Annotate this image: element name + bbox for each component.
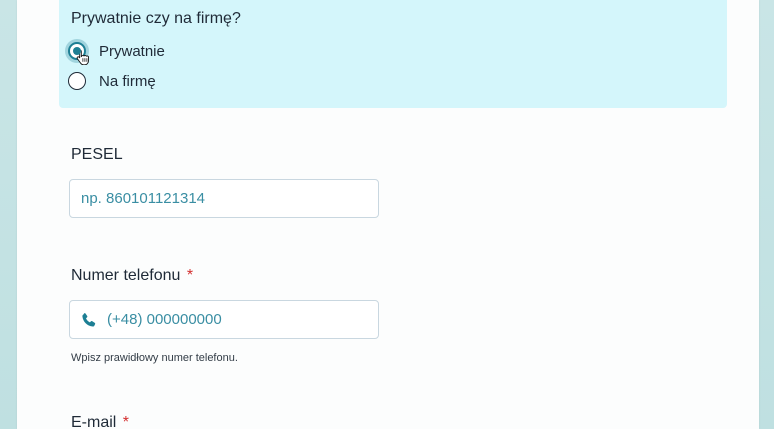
radio-label-company: Na firmę	[99, 72, 156, 90]
phone-label-text: Numer telefonu	[71, 267, 181, 284]
radio-label-private: Prywatnie	[99, 42, 165, 60]
phone-label: Numer telefonu *	[71, 267, 193, 285]
phone-input[interactable]	[107, 311, 378, 328]
radio-company[interactable]	[68, 72, 86, 90]
radio-option-private[interactable]: Prywatnie	[68, 42, 165, 65]
form-card: Prywatnie czy na firmę? Prywatnie Na fir…	[17, 0, 759, 429]
radio-option-company[interactable]: Na firmę	[68, 72, 156, 90]
customer-type-section: Prywatnie czy na firmę? Prywatnie Na fir…	[59, 0, 727, 108]
hand-cursor-icon	[76, 49, 89, 65]
email-required-marker: *	[122, 414, 130, 429]
radio-private[interactable]	[68, 42, 89, 65]
pesel-field[interactable]	[69, 179, 379, 218]
customer-type-title: Prywatnie czy na firmę?	[71, 10, 241, 27]
pesel-input[interactable]	[81, 190, 378, 207]
email-label: E-mail *	[71, 414, 129, 429]
pesel-label: PESEL	[71, 146, 123, 163]
phone-field[interactable]	[69, 300, 379, 339]
required-marker: *	[186, 267, 194, 284]
phone-hint: Wpisz prawidłowy numer telefonu.	[71, 352, 238, 364]
phone-icon	[82, 312, 96, 327]
email-label-text: E-mail	[71, 414, 117, 429]
